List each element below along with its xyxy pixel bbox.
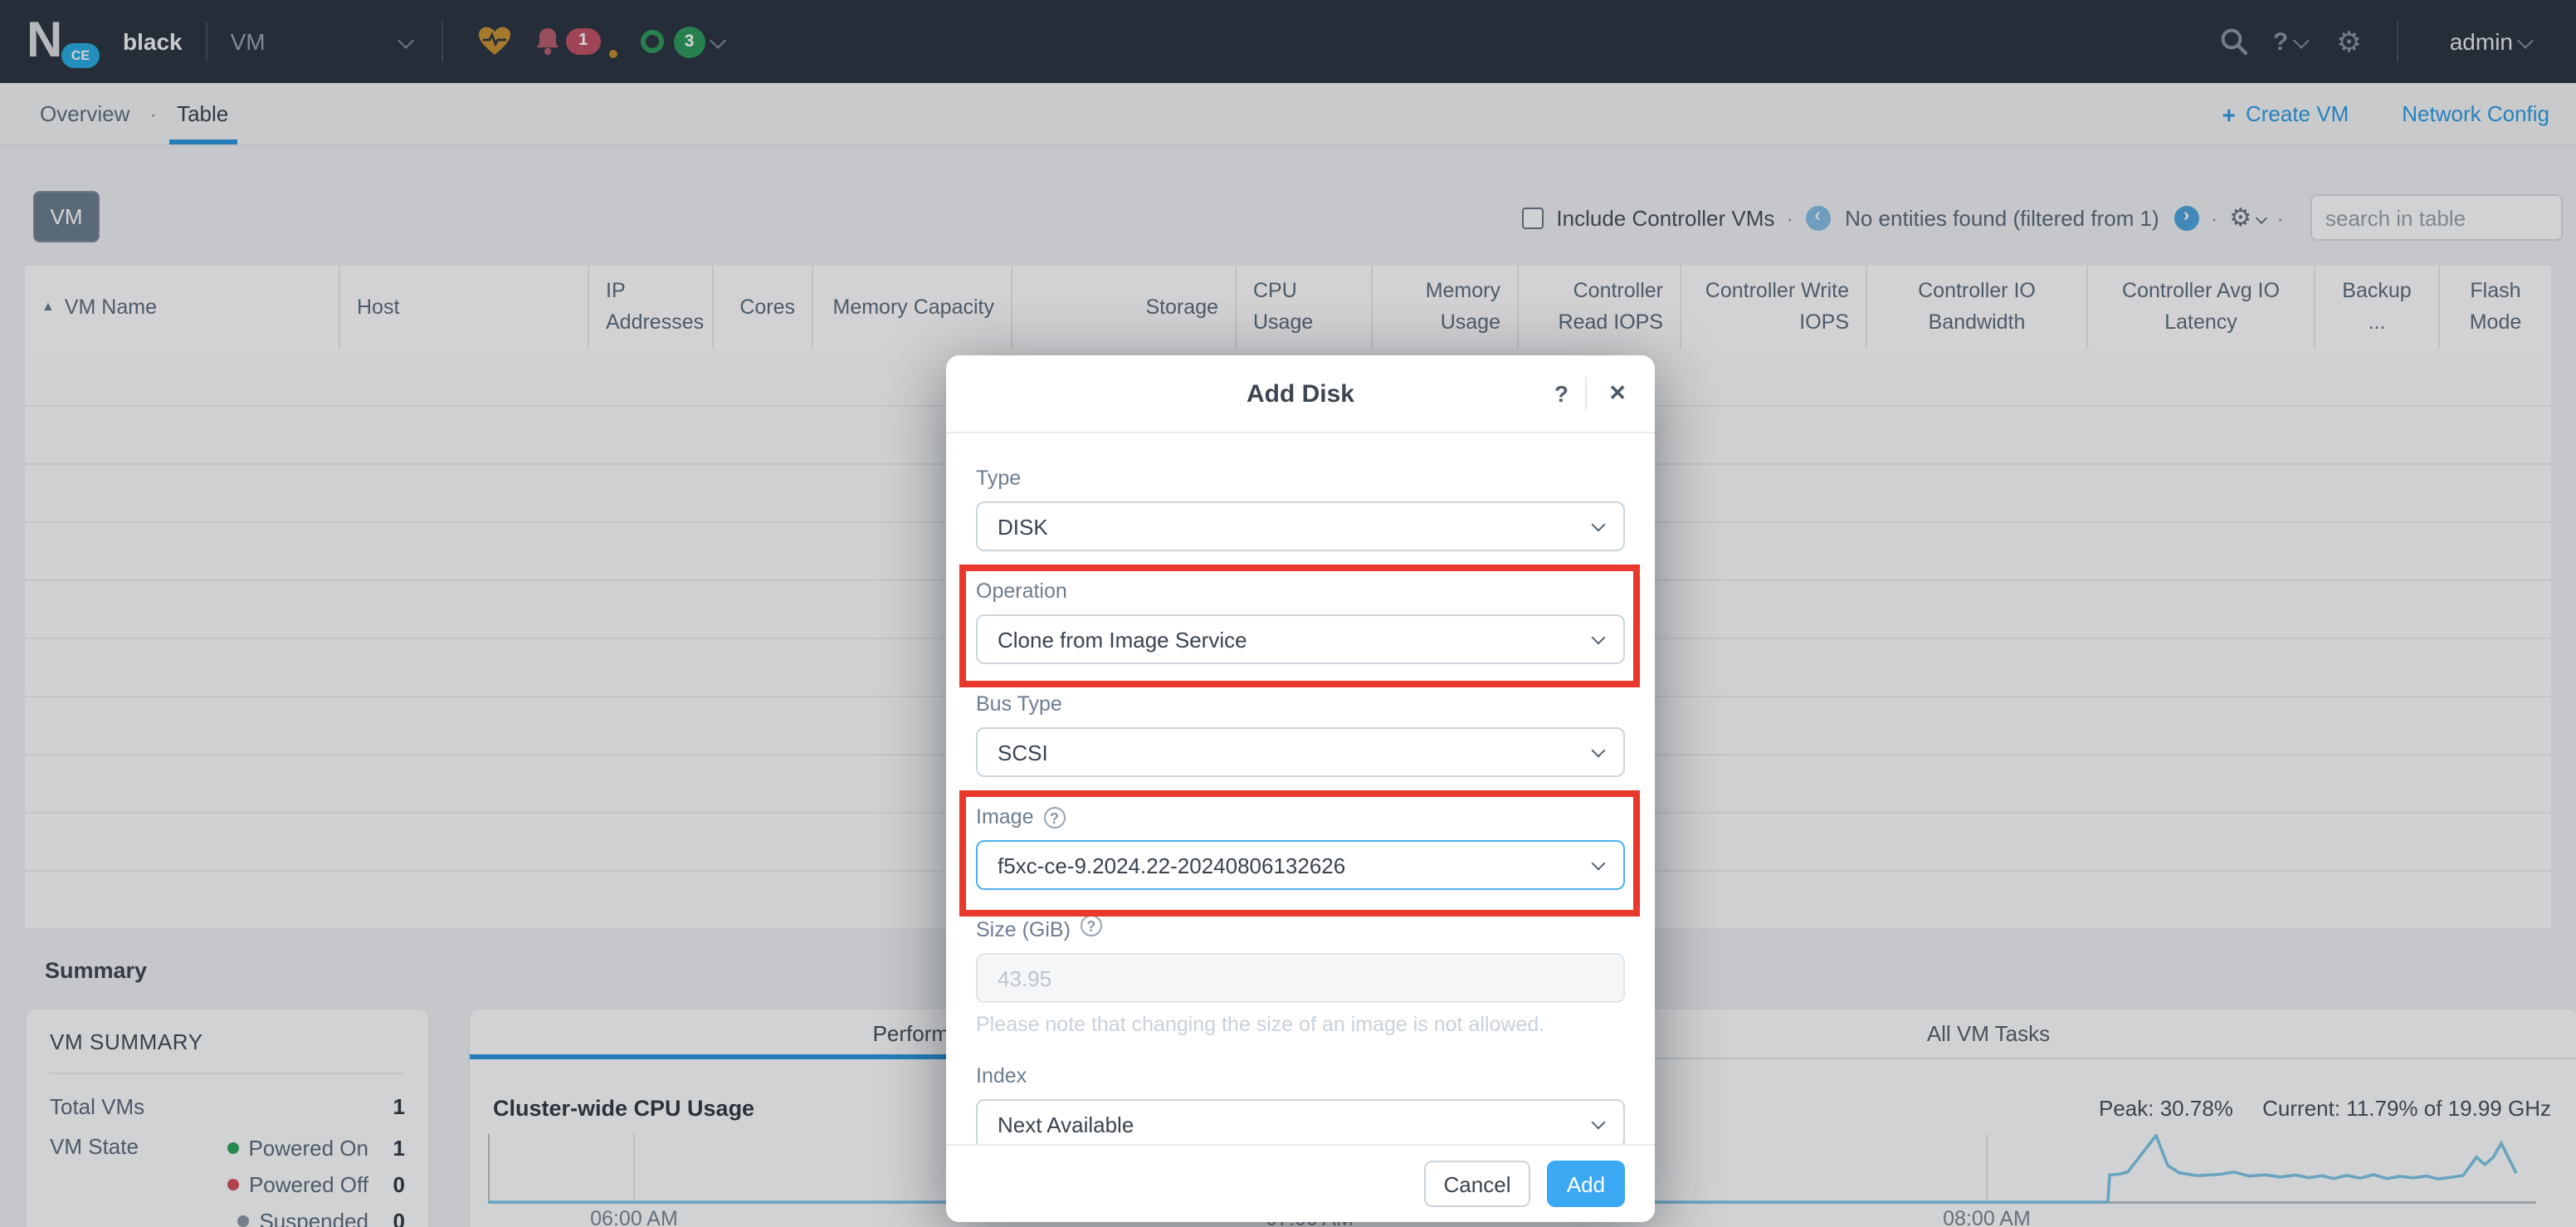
size-label: Size (GiB) ? [976,918,1625,941]
divider [1585,377,1587,410]
add-button[interactable]: Add [1547,1161,1625,1207]
chevron-down-icon [1592,1115,1606,1129]
operation-field-group: Operation Clone from Image Service [976,579,1625,664]
modal-header: Add Disk ? ✕ [946,355,1655,433]
type-label: Type [976,467,1625,490]
type-select[interactable]: DISK [976,501,1625,551]
image-label: Image ? [976,805,1625,829]
modal-body: Type DISK Operation Clone from Image Ser… [946,467,1655,1149]
index-label: Index [976,1064,1625,1088]
index-select[interactable]: Next Available [976,1099,1625,1149]
cancel-button[interactable]: Cancel [1424,1161,1530,1207]
chevron-down-icon [1592,743,1606,757]
modal-help-icon[interactable]: ? [1554,380,1569,407]
operation-select[interactable]: Clone from Image Service [976,614,1625,664]
close-icon[interactable]: ✕ [1608,380,1627,407]
image-field-group: Image ? f5xc-ce-9.2024.22-20240806132626 [976,805,1625,890]
size-input-disabled: 43.95 [976,953,1625,1003]
operation-label: Operation [976,579,1625,603]
chevron-down-icon [1592,856,1606,870]
modal-title: Add Disk [946,379,1655,408]
chevron-down-icon [1592,517,1606,531]
modal-footer: Cancel Add [946,1144,1655,1222]
bus-type-label: Bus Type [976,692,1625,716]
size-note: Please note that changing the size of an… [976,1013,1625,1036]
add-disk-modal: Add Disk ? ✕ Type DISK Operation Clone f… [946,355,1655,1222]
bus-type-select[interactable]: SCSI [976,727,1625,777]
image-select[interactable]: f5xc-ce-9.2024.22-20240806132626 [976,840,1625,890]
app-root: N CE black VM 1 [0,0,2576,1227]
chevron-down-icon [1592,630,1606,644]
help-circle-icon[interactable]: ? [1044,806,1066,828]
help-circle-icon[interactable]: ? [1081,914,1102,936]
